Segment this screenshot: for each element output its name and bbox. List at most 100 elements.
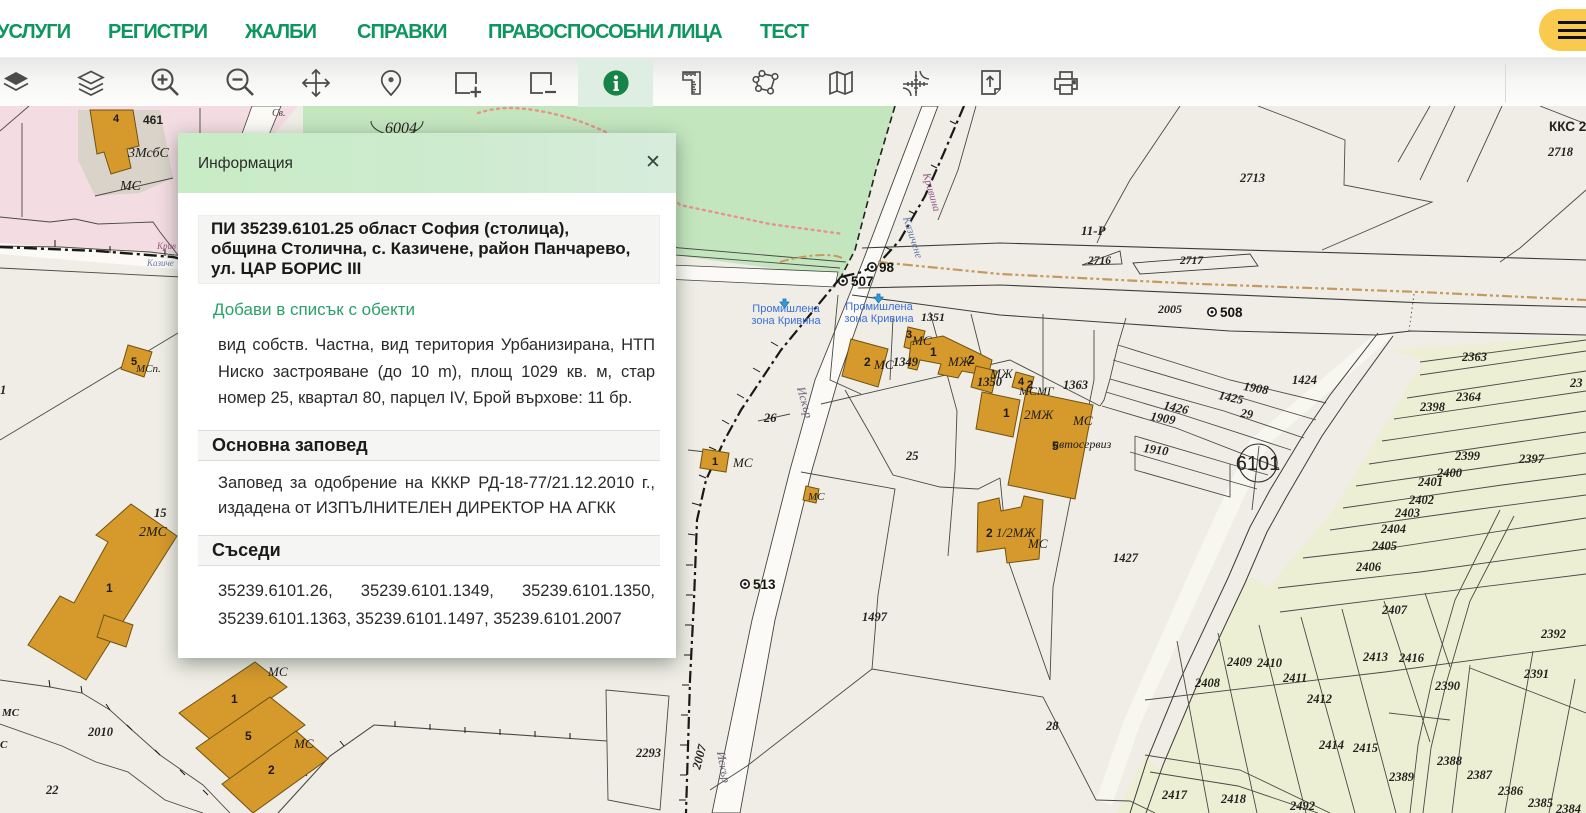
svg-text:2409: 2409 <box>1226 655 1253 669</box>
svg-text:МС: МС <box>119 179 142 194</box>
svg-text:2492: 2492 <box>1289 799 1315 813</box>
svg-text:2405: 2405 <box>1371 539 1397 553</box>
svg-text:3: 3 <box>906 329 912 341</box>
svg-text:461: 461 <box>143 113 163 127</box>
svg-text:2389: 2389 <box>1388 770 1415 784</box>
svg-text:2363: 2363 <box>1461 350 1487 364</box>
svg-text:29: 29 <box>1239 406 1255 422</box>
svg-text:автосервиз: автосервиз <box>1053 437 1112 451</box>
svg-text:2384: 2384 <box>1555 802 1581 813</box>
svg-text:2392: 2392 <box>1540 627 1566 641</box>
svg-text:507: 507 <box>851 274 874 289</box>
svg-text:2386: 2386 <box>1497 784 1524 798</box>
svg-text:2388: 2388 <box>1436 754 1463 768</box>
svg-text:98: 98 <box>879 260 895 275</box>
svg-text:2403: 2403 <box>1394 506 1420 520</box>
svg-text:МС: МС <box>873 357 894 372</box>
svg-text:2401: 2401 <box>1417 475 1443 489</box>
svg-text:2293: 2293 <box>635 746 661 760</box>
svg-text:2408: 2408 <box>1194 676 1221 690</box>
svg-text:2717: 2717 <box>1179 255 1204 267</box>
svg-text:2: 2 <box>986 526 993 540</box>
svg-text:2406: 2406 <box>1355 560 1382 574</box>
svg-text:МСп.: МСп. <box>135 363 161 375</box>
svg-text:2МЖ: 2МЖ <box>1024 407 1054 422</box>
svg-text:С: С <box>0 739 8 751</box>
svg-text:2: 2 <box>268 763 275 777</box>
svg-text:1363: 1363 <box>1063 378 1088 392</box>
svg-text:МС: МС <box>732 455 753 470</box>
svg-text:2010: 2010 <box>87 725 114 739</box>
svg-text:2: 2 <box>864 355 871 369</box>
svg-text:2402: 2402 <box>1408 493 1434 507</box>
svg-text:2407: 2407 <box>1381 603 1408 617</box>
svg-text:МС: МС <box>1027 536 1048 551</box>
svg-text:1349: 1349 <box>893 355 919 369</box>
svg-text:2414: 2414 <box>1318 738 1344 752</box>
svg-text:2: 2 <box>968 353 975 367</box>
svg-text:МС: МС <box>911 333 932 348</box>
svg-text:2005: 2005 <box>1157 302 1182 316</box>
svg-text:МС: МС <box>293 736 314 751</box>
svg-text:МС: МС <box>1 707 20 719</box>
svg-text:2416: 2416 <box>1398 651 1425 665</box>
svg-text:2МС: 2МС <box>139 525 168 540</box>
svg-text:2: 2 <box>1027 379 1033 391</box>
svg-text:3МсбС: 3МсбС <box>127 146 170 161</box>
svg-text:2390: 2390 <box>1434 679 1461 693</box>
svg-text:1424: 1424 <box>1292 373 1317 387</box>
svg-text:1: 1 <box>0 383 6 397</box>
svg-text:Промишлена: Промишлена <box>845 301 913 313</box>
svg-text:2404: 2404 <box>1380 522 1406 536</box>
svg-text:МЖ: МЖ <box>989 366 1014 381</box>
svg-text:2397: 2397 <box>1518 452 1545 466</box>
svg-text:26: 26 <box>763 411 777 425</box>
svg-text:2411: 2411 <box>1282 671 1307 685</box>
svg-text:2718: 2718 <box>1547 145 1574 159</box>
svg-text:1497: 1497 <box>862 610 888 624</box>
svg-text:2385: 2385 <box>1527 796 1553 810</box>
svg-text:Крив: Крив <box>156 241 176 251</box>
svg-text:2413: 2413 <box>1362 650 1388 664</box>
svg-text:МС: МС <box>1072 413 1093 428</box>
svg-text:МС: МС <box>807 491 825 503</box>
svg-text:22: 22 <box>45 783 59 797</box>
svg-text:1427: 1427 <box>1113 551 1139 565</box>
svg-text:25: 25 <box>905 449 919 463</box>
svg-text:МС: МС <box>267 664 288 679</box>
svg-text:Св.: Св. <box>272 108 286 119</box>
svg-text:2412: 2412 <box>1306 692 1332 706</box>
svg-text:зона Кривина: зона Кривина <box>751 315 821 327</box>
svg-text:23: 23 <box>1569 376 1583 390</box>
svg-text:2716: 2716 <box>1087 255 1111 267</box>
svg-text:4: 4 <box>1018 376 1025 388</box>
svg-text:2417: 2417 <box>1161 788 1188 802</box>
svg-text:15: 15 <box>154 506 167 520</box>
svg-text:2415: 2415 <box>1352 741 1378 755</box>
svg-text:5: 5 <box>131 356 137 368</box>
svg-text:5: 5 <box>245 729 252 743</box>
svg-text:2713: 2713 <box>1239 171 1265 185</box>
svg-text:2418: 2418 <box>1220 792 1247 806</box>
svg-text:ККС 2: ККС 2 <box>1549 119 1586 134</box>
svg-text:2387: 2387 <box>1466 768 1493 782</box>
svg-text:513: 513 <box>753 577 776 592</box>
svg-text:2364: 2364 <box>1455 390 1481 404</box>
svg-text:5: 5 <box>1052 439 1059 453</box>
svg-text:508: 508 <box>1220 305 1243 320</box>
svg-text:1: 1 <box>712 456 718 468</box>
svg-text:4: 4 <box>113 113 120 125</box>
svg-text:2398: 2398 <box>1419 400 1446 414</box>
svg-text:2399: 2399 <box>1454 449 1481 463</box>
svg-text:28: 28 <box>1045 719 1059 733</box>
svg-text:1: 1 <box>231 692 238 706</box>
svg-text:зона Кривина: зона Кривина <box>844 313 914 325</box>
svg-text:2391: 2391 <box>1523 667 1549 681</box>
svg-text:11-Р: 11-Р <box>1081 223 1107 238</box>
svg-text:2410: 2410 <box>1256 656 1283 670</box>
svg-text:1351: 1351 <box>921 310 945 324</box>
svg-text:1: 1 <box>930 345 937 359</box>
svg-text:1: 1 <box>106 581 113 595</box>
svg-text:6101: 6101 <box>1236 453 1281 475</box>
svg-text:1: 1 <box>1003 406 1010 420</box>
